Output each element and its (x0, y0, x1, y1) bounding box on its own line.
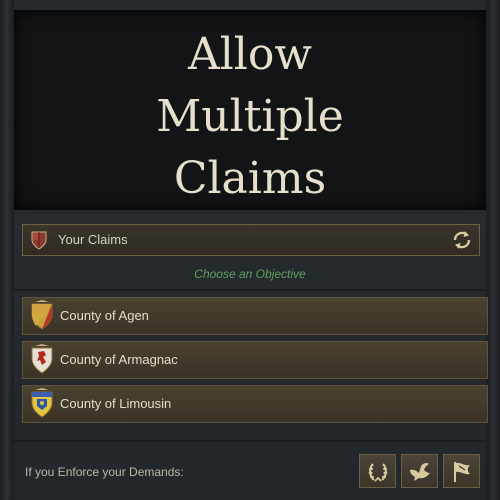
enforce-demands-label: If you Enforce your Demands: (25, 465, 184, 479)
county-row-limousin[interactable]: County of Limousin (22, 385, 488, 423)
county-name: County of Armagnac (60, 352, 178, 367)
coat-of-arms-armagnac-icon (31, 344, 53, 374)
bottom-divider (14, 440, 486, 442)
title-panel: Allow Multiple Claims (14, 10, 486, 210)
your-claims-bar[interactable]: Your Claims (22, 224, 480, 256)
shield-icon (31, 231, 47, 250)
county-name: County of Limousin (60, 396, 172, 411)
page-title: Allow Multiple Claims (156, 29, 344, 204)
county-name: County of Agen (60, 308, 149, 323)
list-divider (14, 289, 486, 291)
county-row-agen[interactable]: County of Agen (22, 297, 488, 335)
coat-of-arms-agen-icon (31, 300, 53, 330)
frame-left-edge (0, 0, 14, 500)
coat-of-arms-limousin-icon (31, 388, 53, 418)
flag-button[interactable] (443, 454, 480, 488)
refresh-button[interactable] (451, 229, 473, 251)
dove-button[interactable] (401, 454, 438, 488)
laurel-wreath-icon (368, 463, 388, 482)
county-row-armagnac[interactable]: County of Armagnac (22, 341, 488, 379)
laurel-wreath-button[interactable] (359, 454, 396, 488)
frame-right-edge (486, 0, 500, 500)
dialog-frame: Allow Multiple Claims Your Claims Choose… (0, 0, 500, 500)
your-claims-label: Your Claims (58, 232, 128, 247)
objective-heading: Choose an Objective (194, 267, 306, 281)
flag-icon (454, 462, 470, 482)
refresh-icon (453, 231, 471, 249)
dove-icon (410, 462, 430, 481)
